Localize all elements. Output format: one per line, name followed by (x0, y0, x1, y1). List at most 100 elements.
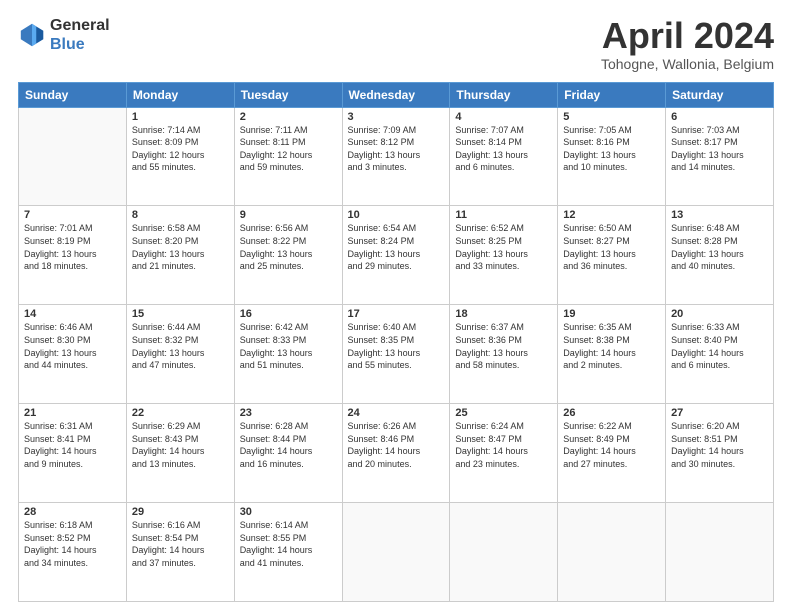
calendar-cell (19, 107, 127, 206)
day-info: Sunrise: 6:56 AM Sunset: 8:22 PM Dayligh… (240, 222, 337, 272)
week-row-4: 21Sunrise: 6:31 AM Sunset: 8:41 PM Dayli… (19, 404, 774, 503)
day-info: Sunrise: 6:58 AM Sunset: 8:20 PM Dayligh… (132, 222, 229, 272)
day-number: 10 (348, 209, 445, 221)
calendar-cell: 9Sunrise: 6:56 AM Sunset: 8:22 PM Daylig… (234, 206, 342, 305)
day-number: 12 (563, 209, 660, 221)
day-number: 23 (240, 407, 337, 419)
logo-icon (18, 21, 46, 49)
day-number: 27 (671, 407, 768, 419)
calendar-cell: 4Sunrise: 7:07 AM Sunset: 8:14 PM Daylig… (450, 107, 558, 206)
logo-blue-line: Blue (50, 35, 110, 54)
day-number: 8 (132, 209, 229, 221)
location-subtitle: Tohogne, Wallonia, Belgium (601, 56, 774, 72)
day-info: Sunrise: 6:37 AM Sunset: 8:36 PM Dayligh… (455, 321, 552, 371)
calendar-cell: 1Sunrise: 7:14 AM Sunset: 8:09 PM Daylig… (126, 107, 234, 206)
day-number: 20 (671, 308, 768, 320)
day-info: Sunrise: 7:03 AM Sunset: 8:17 PM Dayligh… (671, 124, 768, 174)
day-info: Sunrise: 7:05 AM Sunset: 8:16 PM Dayligh… (563, 124, 660, 174)
header: General Blue April 2024 Tohogne, Walloni… (18, 16, 774, 72)
calendar-cell: 8Sunrise: 6:58 AM Sunset: 8:20 PM Daylig… (126, 206, 234, 305)
day-number: 26 (563, 407, 660, 419)
logo: General Blue (18, 16, 110, 54)
day-number: 13 (671, 209, 768, 221)
calendar-table: SundayMondayTuesdayWednesdayThursdayFrid… (18, 82, 774, 602)
day-number: 24 (348, 407, 445, 419)
calendar-cell: 21Sunrise: 6:31 AM Sunset: 8:41 PM Dayli… (19, 404, 127, 503)
day-info: Sunrise: 6:48 AM Sunset: 8:28 PM Dayligh… (671, 222, 768, 272)
week-row-1: 1Sunrise: 7:14 AM Sunset: 8:09 PM Daylig… (19, 107, 774, 206)
day-number: 14 (24, 308, 121, 320)
day-number: 21 (24, 407, 121, 419)
week-row-2: 7Sunrise: 7:01 AM Sunset: 8:19 PM Daylig… (19, 206, 774, 305)
day-info: Sunrise: 6:44 AM Sunset: 8:32 PM Dayligh… (132, 321, 229, 371)
calendar-cell: 29Sunrise: 6:16 AM Sunset: 8:54 PM Dayli… (126, 503, 234, 602)
week-row-3: 14Sunrise: 6:46 AM Sunset: 8:30 PM Dayli… (19, 305, 774, 404)
day-info: Sunrise: 6:20 AM Sunset: 8:51 PM Dayligh… (671, 420, 768, 470)
calendar-cell: 19Sunrise: 6:35 AM Sunset: 8:38 PM Dayli… (558, 305, 666, 404)
day-number: 11 (455, 209, 552, 221)
calendar-cell: 10Sunrise: 6:54 AM Sunset: 8:24 PM Dayli… (342, 206, 450, 305)
day-info: Sunrise: 6:26 AM Sunset: 8:46 PM Dayligh… (348, 420, 445, 470)
day-number: 2 (240, 111, 337, 123)
title-block: April 2024 Tohogne, Wallonia, Belgium (601, 16, 774, 72)
day-info: Sunrise: 7:11 AM Sunset: 8:11 PM Dayligh… (240, 124, 337, 174)
calendar-cell: 23Sunrise: 6:28 AM Sunset: 8:44 PM Dayli… (234, 404, 342, 503)
day-number: 25 (455, 407, 552, 419)
week-row-5: 28Sunrise: 6:18 AM Sunset: 8:52 PM Dayli… (19, 503, 774, 602)
calendar-cell (666, 503, 774, 602)
day-info: Sunrise: 6:33 AM Sunset: 8:40 PM Dayligh… (671, 321, 768, 371)
day-number: 15 (132, 308, 229, 320)
header-day-sunday: Sunday (19, 82, 127, 107)
calendar-header: SundayMondayTuesdayWednesdayThursdayFrid… (19, 82, 774, 107)
day-info: Sunrise: 6:18 AM Sunset: 8:52 PM Dayligh… (24, 519, 121, 569)
day-info: Sunrise: 6:50 AM Sunset: 8:27 PM Dayligh… (563, 222, 660, 272)
page: General Blue April 2024 Tohogne, Walloni… (0, 0, 792, 612)
day-info: Sunrise: 6:14 AM Sunset: 8:55 PM Dayligh… (240, 519, 337, 569)
calendar-cell: 20Sunrise: 6:33 AM Sunset: 8:40 PM Dayli… (666, 305, 774, 404)
header-day-wednesday: Wednesday (342, 82, 450, 107)
calendar-cell: 16Sunrise: 6:42 AM Sunset: 8:33 PM Dayli… (234, 305, 342, 404)
day-number: 17 (348, 308, 445, 320)
header-day-monday: Monday (126, 82, 234, 107)
calendar-cell: 30Sunrise: 6:14 AM Sunset: 8:55 PM Dayli… (234, 503, 342, 602)
day-info: Sunrise: 7:07 AM Sunset: 8:14 PM Dayligh… (455, 124, 552, 174)
calendar-cell: 7Sunrise: 7:01 AM Sunset: 8:19 PM Daylig… (19, 206, 127, 305)
day-number: 30 (240, 506, 337, 518)
calendar-cell: 12Sunrise: 6:50 AM Sunset: 8:27 PM Dayli… (558, 206, 666, 305)
day-number: 19 (563, 308, 660, 320)
calendar-cell: 2Sunrise: 7:11 AM Sunset: 8:11 PM Daylig… (234, 107, 342, 206)
header-day-thursday: Thursday (450, 82, 558, 107)
logo-text: General Blue (50, 16, 110, 54)
day-info: Sunrise: 6:52 AM Sunset: 8:25 PM Dayligh… (455, 222, 552, 272)
calendar-cell (450, 503, 558, 602)
header-row: SundayMondayTuesdayWednesdayThursdayFrid… (19, 82, 774, 107)
day-number: 22 (132, 407, 229, 419)
calendar-cell (342, 503, 450, 602)
header-day-friday: Friday (558, 82, 666, 107)
calendar-cell: 5Sunrise: 7:05 AM Sunset: 8:16 PM Daylig… (558, 107, 666, 206)
calendar-cell: 28Sunrise: 6:18 AM Sunset: 8:52 PM Dayli… (19, 503, 127, 602)
logo-general: General (50, 17, 110, 34)
day-number: 29 (132, 506, 229, 518)
calendar-cell: 25Sunrise: 6:24 AM Sunset: 8:47 PM Dayli… (450, 404, 558, 503)
header-day-saturday: Saturday (666, 82, 774, 107)
calendar-cell: 18Sunrise: 6:37 AM Sunset: 8:36 PM Dayli… (450, 305, 558, 404)
calendar-cell: 17Sunrise: 6:40 AM Sunset: 8:35 PM Dayli… (342, 305, 450, 404)
day-info: Sunrise: 6:46 AM Sunset: 8:30 PM Dayligh… (24, 321, 121, 371)
calendar-cell: 6Sunrise: 7:03 AM Sunset: 8:17 PM Daylig… (666, 107, 774, 206)
calendar-cell: 24Sunrise: 6:26 AM Sunset: 8:46 PM Dayli… (342, 404, 450, 503)
day-number: 4 (455, 111, 552, 123)
day-info: Sunrise: 6:29 AM Sunset: 8:43 PM Dayligh… (132, 420, 229, 470)
day-number: 6 (671, 111, 768, 123)
day-info: Sunrise: 6:28 AM Sunset: 8:44 PM Dayligh… (240, 420, 337, 470)
day-number: 1 (132, 111, 229, 123)
calendar-cell: 14Sunrise: 6:46 AM Sunset: 8:30 PM Dayli… (19, 305, 127, 404)
calendar-cell: 22Sunrise: 6:29 AM Sunset: 8:43 PM Dayli… (126, 404, 234, 503)
day-info: Sunrise: 7:14 AM Sunset: 8:09 PM Dayligh… (132, 124, 229, 174)
day-number: 18 (455, 308, 552, 320)
day-number: 28 (24, 506, 121, 518)
calendar-cell: 3Sunrise: 7:09 AM Sunset: 8:12 PM Daylig… (342, 107, 450, 206)
day-info: Sunrise: 6:35 AM Sunset: 8:38 PM Dayligh… (563, 321, 660, 371)
day-info: Sunrise: 7:09 AM Sunset: 8:12 PM Dayligh… (348, 124, 445, 174)
day-number: 7 (24, 209, 121, 221)
